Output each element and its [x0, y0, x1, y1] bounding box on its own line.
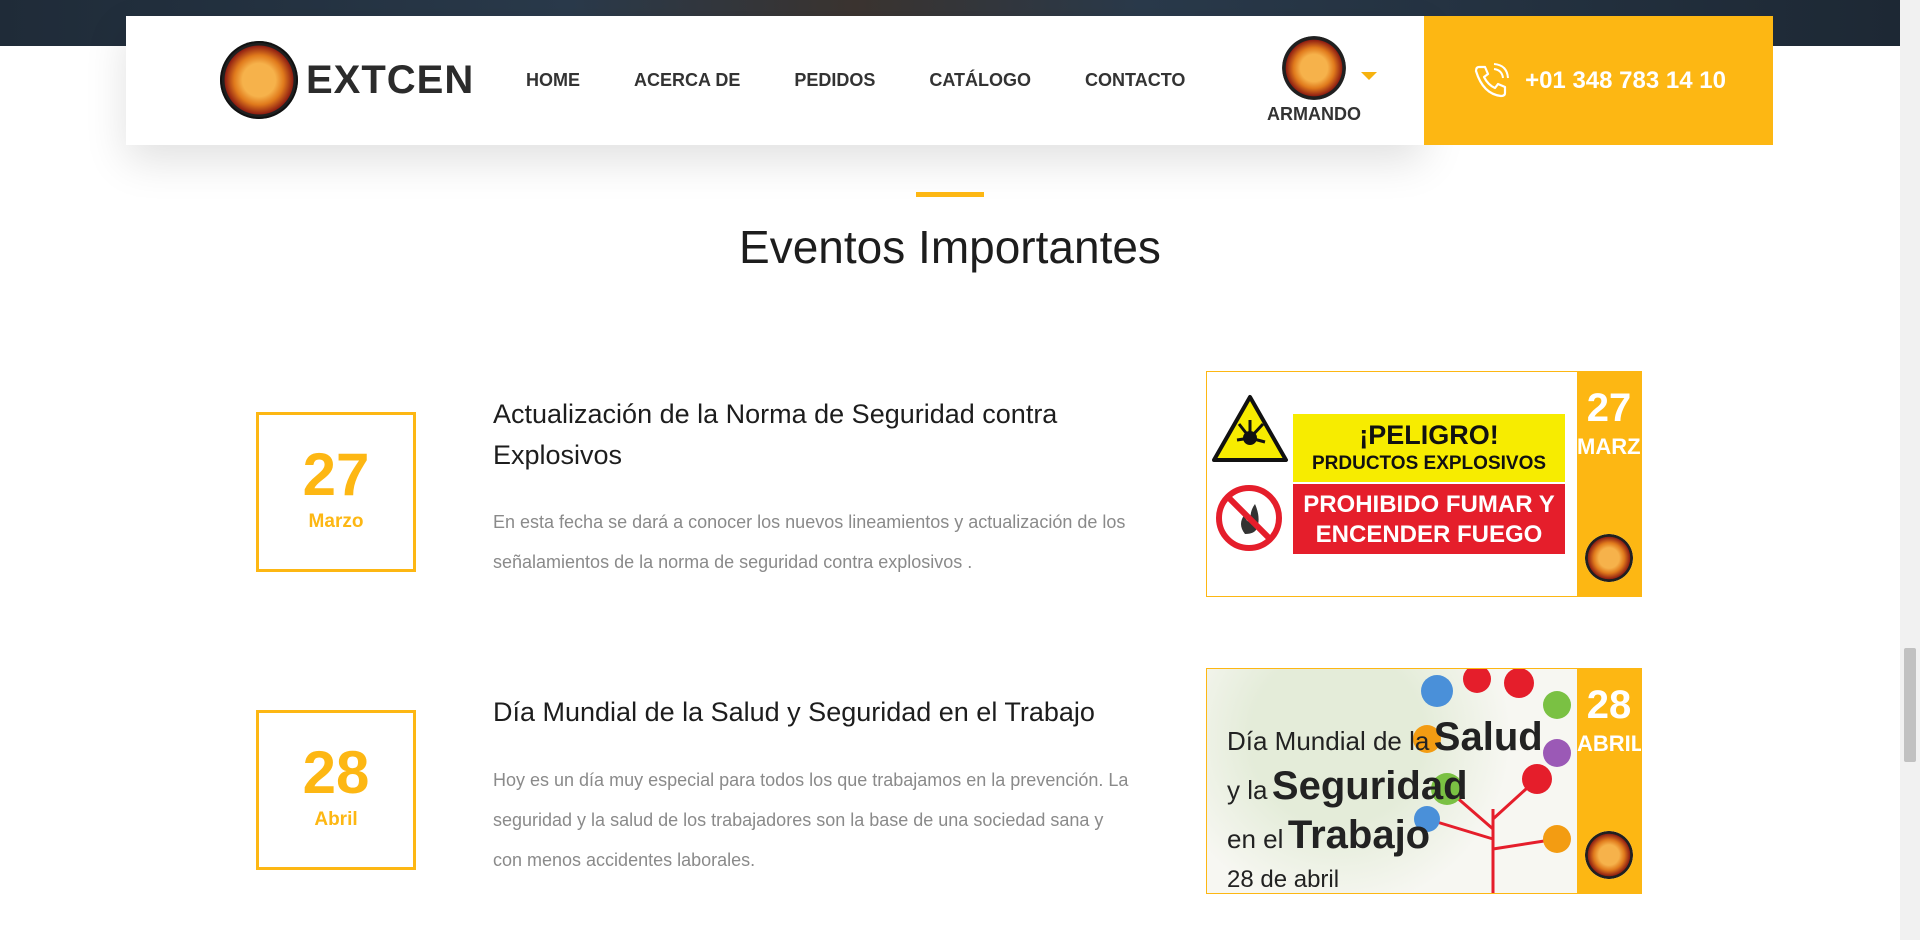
poster-line3-big: Trabajo: [1287, 813, 1431, 857]
event-item: 28 Abril Día Mundial de la Salud y Segur…: [0, 668, 1900, 898]
nav-pedidos[interactable]: PEDIDOS: [794, 70, 875, 91]
poster-line2-small: y la: [1227, 775, 1268, 805]
chevron-down-icon[interactable]: [1361, 72, 1377, 80]
event-poster[interactable]: ¡PELIGRO! PRDUCTOS EXPLOSIVOS PROHIBIDO …: [1206, 371, 1642, 597]
poster-day: 27: [1586, 386, 1632, 430]
warning-subtitle: PRDUCTOS EXPLOSIVOS: [1311, 453, 1547, 474]
event-month: Marzo: [308, 511, 364, 532]
event-description: Hoy es un día muy especial para todos lo…: [493, 770, 1129, 870]
nav-catalogo[interactable]: CATÁLOGO: [929, 70, 1031, 91]
event-title[interactable]: Día Mundial de la Salud y Seguridad en e…: [493, 692, 1133, 733]
event-title[interactable]: Actualización de la Norma de Seguridad c…: [493, 394, 1133, 476]
user-name[interactable]: ARMANDO: [1259, 104, 1369, 125]
explosive-warning-icon: [1212, 395, 1288, 462]
poster-headline: Día Mundial de la Salud y la Seguridad e…: [1227, 715, 1543, 893]
user-menu[interactable]: ARMANDO: [1259, 36, 1377, 125]
poster-date-text: 28 de abril: [1227, 866, 1340, 893]
prohibition-banner: PROHIBIDO FUMAR Y ENCENDER FUEGO: [1293, 484, 1565, 554]
brand[interactable]: EXTCEN: [220, 40, 474, 120]
page-scrollbar[interactable]: [1900, 0, 1920, 940]
phone-number[interactable]: +01 348 783 14 10: [1525, 67, 1726, 95]
event-date-box[interactable]: 28 Abril: [256, 710, 416, 870]
poster-day: 28: [1586, 683, 1632, 727]
event-month: Abril: [314, 809, 358, 830]
poster-month: MARZO: [1577, 434, 1641, 459]
brand-name: EXTCEN: [306, 57, 475, 102]
poster-date-band: 28 ABRIL: [1577, 669, 1641, 893]
phone-contact[interactable]: +01 348 783 14 10: [1424, 16, 1773, 145]
poster-line1-big: Salud: [1433, 715, 1543, 759]
warning-title: ¡PELIGRO!: [1359, 420, 1499, 450]
poster-line1-small: Día Mundial de la: [1227, 726, 1430, 756]
section-title: Eventos Importantes: [739, 221, 1161, 273]
poster-line3-small: en el: [1227, 824, 1284, 854]
poster-seal-logo: [1585, 534, 1633, 582]
event-day: 28: [302, 739, 370, 806]
poster-line2-big: Seguridad: [1271, 764, 1468, 808]
event-day: 27: [302, 441, 370, 508]
avatar[interactable]: [1282, 36, 1346, 100]
nav-contacto[interactable]: CONTACTO: [1085, 70, 1185, 91]
event-description: En esta fecha se dará a conocer los nuev…: [493, 512, 1126, 572]
event-date-box[interactable]: 27 Marzo: [256, 412, 416, 572]
poster-seal-logo: [1585, 831, 1633, 879]
event-item: 27 Marzo Actualización de la Norma de Se…: [0, 370, 1900, 600]
no-fire-icon: [1216, 485, 1282, 551]
main-navbar: EXTCEN HOME ACERCA DE PEDIDOS CATÁLOGO C…: [126, 16, 1424, 145]
warning-banner: ¡PELIGRO! PRDUCTOS EXPLOSIVOS: [1293, 414, 1565, 482]
scrollbar-thumb[interactable]: [1904, 648, 1916, 762]
nav-menu: HOME ACERCA DE PEDIDOS CATÁLOGO CONTACTO: [526, 16, 1239, 145]
poster-month: ABRIL: [1577, 731, 1642, 756]
brand-logo: [220, 41, 298, 119]
section-divider: [916, 192, 984, 197]
nav-home[interactable]: HOME: [526, 70, 580, 91]
poster-date-band: 27 MARZO: [1577, 372, 1641, 596]
phone-icon: [1474, 62, 1510, 97]
nav-acerca-de[interactable]: ACERCA DE: [634, 70, 740, 91]
event-poster[interactable]: Día Mundial de la Salud y la Seguridad e…: [1206, 668, 1642, 894]
